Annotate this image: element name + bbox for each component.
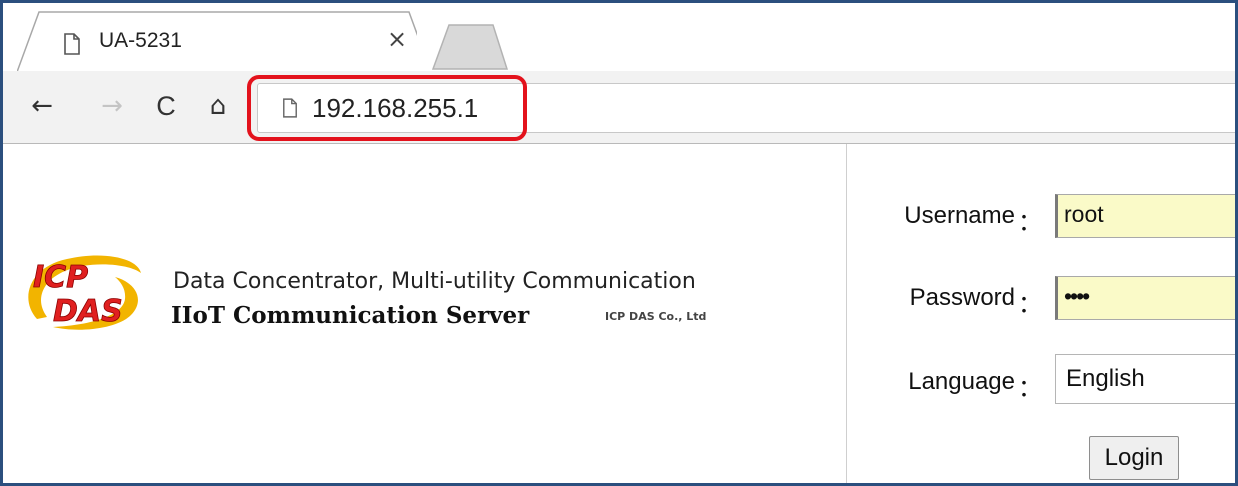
tagline: Data Concentrator, Multi-utility Communi… — [173, 269, 696, 294]
icp-das-logo: ICP DAS — [28, 255, 142, 330]
username-field[interactable]: root — [1055, 194, 1235, 238]
password-label: Password — [909, 284, 1015, 311]
tab-ua-5231[interactable]: UA-5231 × — [17, 11, 417, 73]
product-name: IIoT Communication Server — [171, 302, 530, 329]
reload-icon[interactable]: C — [149, 89, 183, 123]
password-field[interactable]: •••• — [1055, 276, 1235, 320]
home-icon[interactable]: ⌂ — [201, 89, 235, 123]
new-tab-icon[interactable] — [431, 23, 511, 71]
forward-icon[interactable]: → — [95, 89, 129, 123]
login-button[interactable]: Login — [1089, 436, 1179, 480]
page-icon — [64, 33, 80, 55]
browser-window: UA-5231 × ← → C ⌂ 192.168.255.1 ICP DAS … — [0, 0, 1238, 486]
username-colon: ： — [1018, 209, 1042, 236]
vertical-divider — [846, 144, 847, 483]
tab-strip: UA-5231 × — [3, 3, 1235, 73]
logo-text-top: ICP — [33, 260, 88, 295]
password-colon: ： — [1018, 291, 1042, 318]
close-icon[interactable]: × — [387, 27, 407, 51]
language-colon: ： — [1018, 375, 1042, 402]
url-highlight-box — [247, 75, 527, 141]
logo-text-bottom: DAS — [53, 294, 123, 329]
username-label: Username — [904, 202, 1015, 229]
back-icon[interactable]: ← — [25, 89, 59, 123]
language-label: Language — [908, 368, 1015, 395]
page-content: ICP DAS Data Concentrator, Multi-utility… — [3, 144, 1235, 483]
language-select[interactable]: English — [1055, 354, 1235, 404]
browser-toolbar: ← → C ⌂ 192.168.255.1 — [3, 71, 1235, 144]
company-name: ICP DAS Co., Ltd — [605, 310, 707, 323]
tab-title: UA-5231 — [99, 29, 182, 52]
